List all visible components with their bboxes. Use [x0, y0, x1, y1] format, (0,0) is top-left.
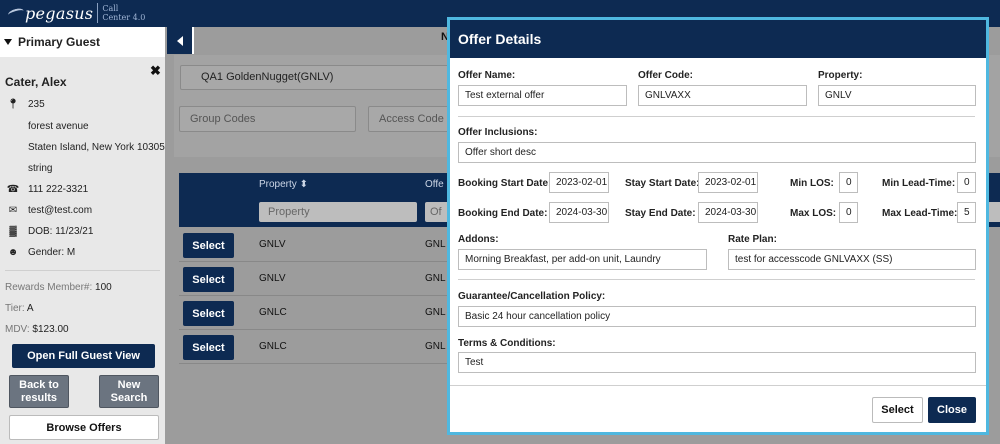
offer-code-label: Offer Code:	[638, 70, 693, 81]
guarantee-policy-label: Guarantee/Cancellation Policy:	[458, 291, 606, 302]
cell-offer: GNL	[425, 341, 446, 352]
primary-guest-header[interactable]: Primary Guest	[0, 27, 165, 57]
modal-title: Offer Details	[450, 20, 986, 58]
select-offer-button[interactable]: Select	[183, 335, 234, 360]
browse-offers-button[interactable]: Browse Offers	[9, 415, 159, 440]
stay-end-field[interactable]: 2024-03-30	[698, 202, 758, 223]
property-filter-input[interactable]: Property	[259, 202, 417, 222]
cell-offer: GNL	[425, 307, 446, 318]
max-los-label: Max LOS:	[790, 208, 837, 219]
select-offer-button[interactable]: Select	[183, 301, 234, 326]
map-marker-icon: 📍︎	[6, 99, 20, 110]
rate-plan-field[interactable]: test for accesscode GNLVAXX (SS)	[728, 249, 976, 270]
offer-name-label: Offer Name:	[458, 70, 516, 81]
hotel-select[interactable]: QA1 GoldenNugget(GNLV)	[180, 65, 450, 90]
chevron-left-icon	[176, 35, 183, 46]
envelope-icon: ✉	[8, 205, 18, 216]
property-field[interactable]: GNLV	[818, 85, 976, 106]
stay-end-label: Stay End Date:	[625, 208, 696, 219]
offers-table-header: Property ⬍ Offe Property Of	[179, 173, 449, 227]
offer-inclusions-field[interactable]: Offer short desc	[458, 142, 976, 163]
phone-icon: ☎	[6, 184, 20, 195]
address-line-4: string	[28, 163, 53, 174]
column-header-offer[interactable]: Offe	[425, 179, 444, 190]
rewards-member: Rewards Member#: 100	[5, 282, 112, 293]
min-lead-time-label: Min Lead-Time:	[882, 178, 956, 189]
min-lead-time-field[interactable]: 0	[957, 172, 976, 193]
property-label: Property:	[818, 70, 863, 81]
select-offer-button[interactable]: Select	[183, 233, 234, 258]
booking-end-label: Booking End Date:	[458, 208, 548, 219]
logo-brand: pegasus	[25, 3, 94, 23]
cell-offer: GNL	[425, 273, 446, 284]
min-los-label: Min LOS:	[790, 178, 834, 189]
booking-start-label: Booking Start Date:	[458, 178, 552, 189]
collapse-sidebar-button[interactable]	[167, 27, 194, 54]
cell-property: GNLV	[259, 239, 286, 250]
table-row: Select GNLV GNL	[179, 262, 449, 296]
cell-offer: GNL	[425, 239, 446, 250]
select-offer-button[interactable]: Select	[183, 267, 234, 292]
dob-row: ▓ DOB: 11/23/21	[5, 226, 93, 237]
cell-property: GNLC	[259, 307, 287, 318]
guest-sidebar: Primary Guest ✖ Cater, Alex 📍︎ 235 fores…	[0, 27, 165, 444]
offer-name-field[interactable]: Test external offer	[458, 85, 627, 106]
caret-down-icon	[4, 39, 12, 45]
pegasus-logo: pegasus Call Center 4.0	[7, 3, 146, 23]
rate-plan-label: Rate Plan:	[728, 234, 777, 245]
address-row: 📍︎ 235	[6, 99, 45, 110]
birthday-cake-icon: ▓	[9, 226, 17, 237]
stay-start-label: Stay Start Date:	[625, 178, 700, 189]
terms-conditions-label: Terms & Conditions:	[458, 338, 556, 349]
logo-subtitle: Call Center 4.0	[102, 4, 146, 22]
terms-conditions-field[interactable]: Test	[458, 352, 976, 373]
cell-property: GNLC	[259, 341, 287, 352]
addons-field[interactable]: Morning Breakfast, per add-on unit, Laun…	[458, 249, 707, 270]
close-button[interactable]: Close	[928, 397, 976, 423]
gender-row: ☻ Gender: M	[5, 247, 76, 258]
table-row: Select GNLV GNL	[179, 228, 449, 262]
guarantee-policy-field[interactable]: Basic 24 hour cancellation policy	[458, 306, 976, 327]
open-full-guest-view-button[interactable]: Open Full Guest View	[12, 344, 155, 368]
cell-property: GNLV	[259, 273, 286, 284]
users-icon: ☻	[7, 247, 19, 258]
offer-filter-input[interactable]: Of	[425, 202, 449, 222]
new-search-button[interactable]: New Search	[99, 375, 159, 408]
booking-end-field[interactable]: 2024-03-30	[549, 202, 609, 223]
logo-swoosh-icon	[7, 7, 25, 19]
addons-label: Addons:	[458, 234, 499, 245]
guest-name: Cater, Alex	[5, 75, 67, 89]
min-los-field[interactable]: 0	[839, 172, 858, 193]
group-codes-input[interactable]: Group Codes	[179, 106, 356, 132]
table-row: Select GNLC GNL	[179, 330, 449, 364]
mdv: MDV: $123.00	[5, 324, 69, 335]
tier: Tier: A	[5, 303, 34, 314]
address-line-2: forest avenue	[28, 121, 89, 132]
phone-row: ☎ 111 222-3321	[6, 184, 89, 195]
back-to-results-button[interactable]: Back to results	[9, 375, 69, 408]
column-header-property[interactable]: Property ⬍	[259, 179, 308, 190]
booking-start-field[interactable]: 2023-02-01	[549, 172, 609, 193]
table-row: Select GNLC GNL	[179, 296, 449, 330]
max-lead-time-field[interactable]: 5	[957, 202, 976, 223]
offer-code-field[interactable]: GNLVAXX	[638, 85, 807, 106]
offer-details-modal: Offer Details Offer Name: Test external …	[447, 17, 989, 435]
select-button[interactable]: Select	[872, 397, 923, 423]
max-lead-time-label: Max Lead-Time:	[882, 208, 958, 219]
offer-inclusions-label: Offer Inclusions:	[458, 127, 538, 138]
max-los-field[interactable]: 0	[839, 202, 858, 223]
address-line-3: Staten Island, New York 10305	[28, 142, 165, 153]
close-icon[interactable]: ✖	[150, 63, 161, 79]
stay-start-field[interactable]: 2023-02-01	[698, 172, 758, 193]
email-row: ✉ test@test.com	[5, 205, 92, 216]
access-code-input[interactable]: Access Code	[368, 106, 450, 132]
